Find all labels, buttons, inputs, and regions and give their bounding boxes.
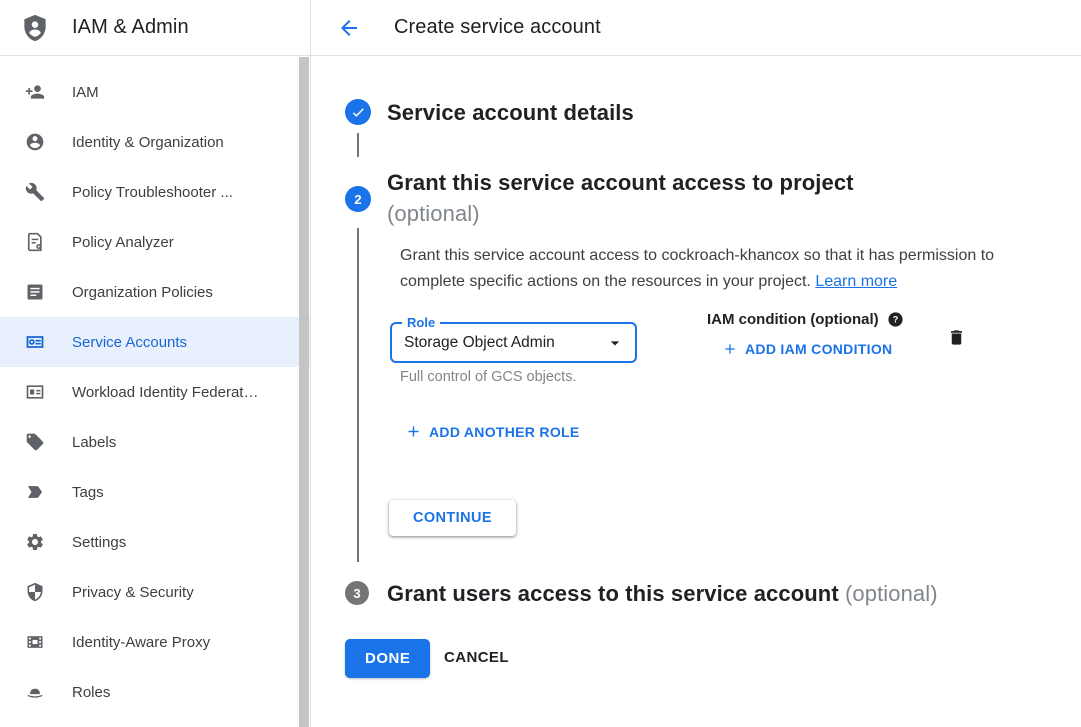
- proxy-icon: [24, 631, 46, 653]
- hat-icon: [24, 681, 46, 703]
- sidebar-nav: IAM Identity & Organization Policy Troub…: [0, 56, 310, 717]
- step3-number-badge: 3: [345, 581, 369, 605]
- person-add-icon: [24, 81, 46, 103]
- page-title: Create service account: [394, 16, 601, 39]
- step-connector: [357, 228, 359, 562]
- label-tag-icon: [24, 431, 46, 453]
- step2-title-text: Grant this service account access to pro…: [387, 170, 854, 195]
- plus-icon: [405, 423, 422, 440]
- sidebar-title: IAM & Admin: [72, 16, 189, 39]
- sidebar-item-label: Policy Troubleshooter ...: [72, 184, 233, 201]
- sidebar: IAM & Admin IAM Identity & Organization …: [0, 0, 311, 727]
- cancel-button[interactable]: CANCEL: [444, 649, 509, 666]
- arrow-back-icon[interactable]: [337, 16, 361, 40]
- add-iam-condition-label: ADD IAM CONDITION: [745, 341, 892, 357]
- list-document-icon: [24, 281, 46, 303]
- sidebar-item-label: Tags: [72, 484, 104, 501]
- sidebar-item-settings[interactable]: Settings: [0, 517, 310, 567]
- sidebar-item-label: Roles: [72, 684, 110, 701]
- sidebar-scrollbar[interactable]: [299, 57, 309, 727]
- service-account-icon: [24, 331, 46, 353]
- continue-button[interactable]: CONTINUE: [389, 500, 516, 536]
- page-header: Create service account: [311, 0, 1081, 56]
- account-circle-icon: [24, 131, 46, 153]
- sidebar-item-privacy-security[interactable]: Privacy & Security: [0, 567, 310, 617]
- step1-complete-check-icon: [345, 99, 371, 125]
- step3-title-text: Grant users access to this service accou…: [387, 581, 839, 606]
- done-button[interactable]: DONE: [345, 639, 430, 678]
- iam-condition-label-row: IAM condition (optional) ?: [707, 311, 904, 328]
- add-iam-condition-button[interactable]: ADD IAM CONDITION: [722, 341, 892, 357]
- sidebar-item-policy-troubleshooter[interactable]: Policy Troubleshooter ...: [0, 167, 310, 217]
- sidebar-item-label: Privacy & Security: [72, 584, 194, 601]
- step2-description: Grant this service account access to coc…: [400, 243, 1000, 295]
- main-panel: Create service account Service account d…: [311, 0, 1081, 727]
- sidebar-item-label: IAM: [72, 84, 99, 101]
- sidebar-item-service-accounts[interactable]: Service Accounts: [0, 317, 310, 367]
- sidebar-item-label: Policy Analyzer: [72, 234, 174, 251]
- svg-text:?: ?: [892, 315, 898, 325]
- step3-number: 3: [353, 586, 360, 601]
- step3-optional-label: (optional): [845, 581, 938, 606]
- tag-arrow-icon: [24, 481, 46, 503]
- sidebar-item-tags[interactable]: Tags: [0, 467, 310, 517]
- step-connector: [357, 133, 359, 157]
- iam-condition-label: IAM condition (optional): [707, 311, 879, 328]
- document-gear-icon: [24, 231, 46, 253]
- role-selected-value: Storage Object Admin: [404, 324, 555, 361]
- step3-title: Grant users access to this service accou…: [387, 578, 938, 609]
- sidebar-item-identity-organization[interactable]: Identity & Organization: [0, 117, 310, 167]
- sidebar-item-iam[interactable]: IAM: [0, 67, 310, 117]
- sidebar-item-organization-policies[interactable]: Organization Policies: [0, 267, 310, 317]
- sidebar-item-label: Workload Identity Federat…: [72, 384, 258, 401]
- card-icon: [24, 381, 46, 403]
- role-select[interactable]: Role Storage Object Admin: [390, 322, 637, 363]
- sidebar-item-label: Labels: [72, 434, 116, 451]
- role-helper-text: Full control of GCS objects.: [400, 369, 577, 385]
- iam-admin-shield-icon: [20, 13, 50, 43]
- sidebar-item-roles[interactable]: Roles: [0, 667, 310, 717]
- shield-icon: [24, 581, 46, 603]
- sidebar-item-labels[interactable]: Labels: [0, 417, 310, 467]
- add-another-role-label: ADD ANOTHER ROLE: [429, 424, 580, 440]
- step2-number: 2: [354, 192, 361, 207]
- sidebar-header: IAM & Admin: [0, 0, 310, 56]
- step2-number-badge: 2: [345, 186, 371, 212]
- help-icon[interactable]: ?: [887, 311, 904, 328]
- step1-title: Service account details: [387, 97, 634, 128]
- step2-title: Grant this service account access to pro…: [387, 167, 854, 229]
- sidebar-item-identity-aware-proxy[interactable]: Identity-Aware Proxy: [0, 617, 310, 667]
- sidebar-item-label: Identity-Aware Proxy: [72, 634, 210, 651]
- step2-optional-label: (optional): [387, 198, 854, 229]
- plus-icon: [722, 341, 738, 357]
- sidebar-item-workload-identity-federation[interactable]: Workload Identity Federat…: [0, 367, 310, 417]
- step2-description-text: Grant this service account access to coc…: [400, 247, 994, 290]
- sidebar-item-label: Identity & Organization: [72, 134, 224, 151]
- sidebar-item-policy-analyzer[interactable]: Policy Analyzer: [0, 217, 310, 267]
- gear-icon: [24, 531, 46, 553]
- sidebar-item-label: Service Accounts: [72, 334, 187, 351]
- learn-more-link[interactable]: Learn more: [815, 273, 897, 290]
- wrench-icon: [24, 181, 46, 203]
- add-another-role-button[interactable]: ADD ANOTHER ROLE: [405, 423, 580, 440]
- sidebar-item-label: Organization Policies: [72, 284, 213, 301]
- sidebar-item-label: Settings: [72, 534, 126, 551]
- chevron-down-icon: [605, 333, 625, 358]
- delete-role-trash-icon[interactable]: [947, 327, 966, 348]
